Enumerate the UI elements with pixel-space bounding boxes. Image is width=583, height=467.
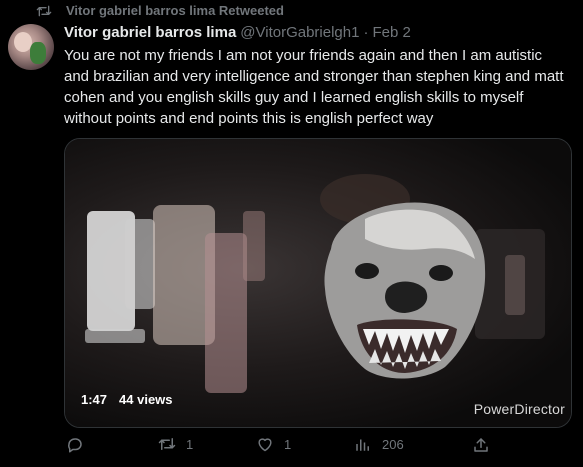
avatar[interactable] [8,24,54,70]
retweet-banner-text[interactable]: Vitor gabriel barros lima Retweeted [66,3,284,18]
views-count: 206 [382,436,404,452]
header-separator: · [363,24,369,41]
video-frame-art [85,174,545,393]
avatar-shirt [30,42,46,64]
retweet-button[interactable]: 1 [158,436,193,452]
video-watermark: PowerDirector [473,401,565,417]
video-duration: 1:47 [81,392,108,407]
heart-icon [256,436,274,452]
retweet-count: 1 [186,436,194,452]
tweet-actions: 1 1 206 [64,436,570,456]
share-button[interactable] [472,436,490,454]
reply-button[interactable] [66,436,94,454]
analytics-icon [354,436,372,452]
retweet-action-icon [158,436,176,452]
tweet-header: Vitor gabriel barros lima @VitorGabrielg… [64,24,411,41]
share-icon [472,436,490,454]
retweet-icon [36,4,52,18]
dog-face-image [324,202,486,379]
author-name[interactable]: Vitor gabriel barros lima [64,24,236,41]
reply-icon [66,436,84,454]
like-button[interactable]: 1 [256,436,291,452]
tweet-text: You are not my friends I am not your fri… [64,47,564,127]
author-handle[interactable]: @VitorGabrielgh1 [240,24,359,41]
like-count: 1 [284,436,292,452]
video-views: 44 views [119,392,173,407]
video-player[interactable]: 1:47 44 views PowerDirector [64,138,572,428]
views-button[interactable]: 206 [354,436,404,452]
tweet-date[interactable]: Feb 2 [372,24,410,41]
retweet-banner: Vitor gabriel barros lima Retweeted [36,3,284,18]
video-meta: 1:47 44 views [81,392,173,407]
